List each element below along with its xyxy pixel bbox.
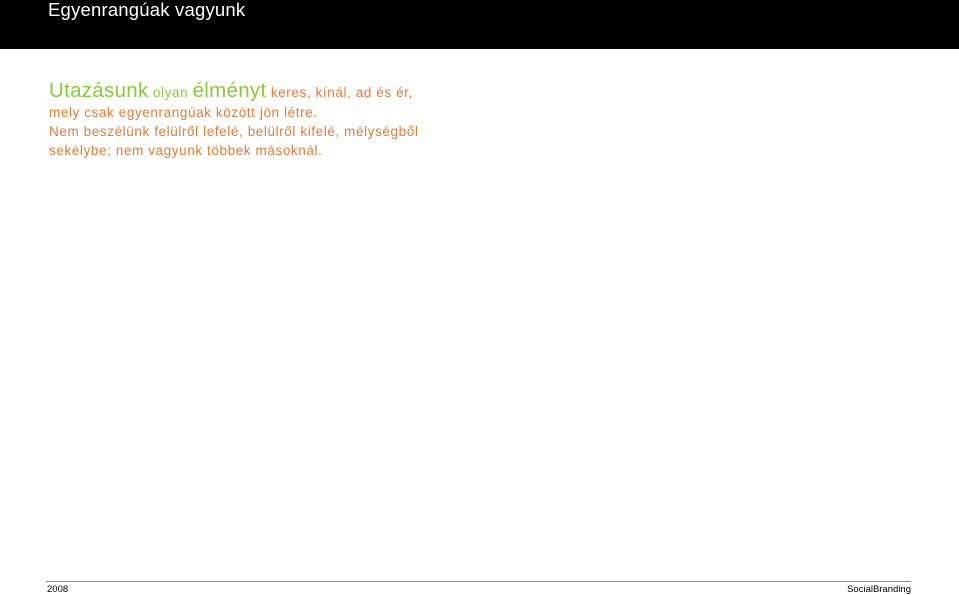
footer-divider bbox=[46, 581, 911, 582]
statement-line-1-rest: keres, kínál, ad és ér, bbox=[270, 85, 413, 100]
statement-text: Utazásunk olyan élményt keres, kínál, ad… bbox=[49, 79, 929, 160]
footer-year: 2008 bbox=[47, 584, 69, 595]
header-bar: Egyenrangúak vagyunk bbox=[0, 0, 959, 49]
page-title: Egyenrangúak vagyunk bbox=[48, 0, 246, 20]
statement-word-olyan: olyan bbox=[152, 85, 189, 100]
statement-line-4: sekélybe; nem vagyunk többek másoknál. bbox=[49, 143, 323, 158]
statement-word-elmenyt: élményt bbox=[192, 79, 267, 102]
statement-line-2: mely csak egyenrangúak között jön létre. bbox=[49, 105, 318, 120]
footer-brand: SocialBranding bbox=[847, 584, 911, 595]
statement-line-3: Nem beszélünk felülről lefelé, belülről … bbox=[49, 124, 419, 139]
statement-word-utazasunk: Utazásunk bbox=[49, 79, 149, 102]
statement-line-1: Utazásunk olyan élményt keres, kínál, ad… bbox=[49, 79, 929, 103]
